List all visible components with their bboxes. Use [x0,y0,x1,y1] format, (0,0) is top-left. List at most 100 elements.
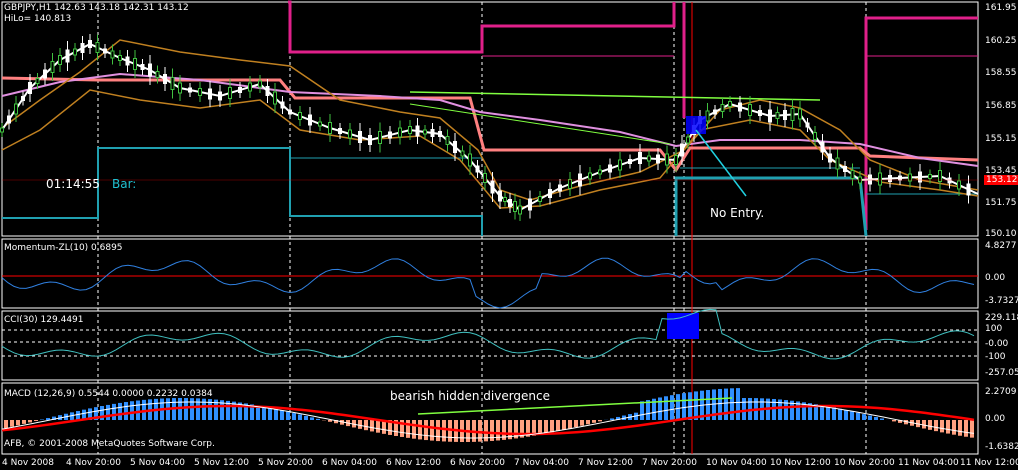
candle-body [498,190,502,202]
macd-histogram-bar [850,411,854,420]
macd-histogram-bar [130,401,134,420]
time-tick: 4 Nov 20:00 [66,458,121,468]
time-tick: 6 Nov 12:00 [386,458,441,468]
macd-histogram-bar [664,396,668,420]
candle-body [508,199,512,207]
macd-histogram-bar [730,388,734,420]
candle-body [460,150,465,157]
macd-tick: 2.2709 [985,387,1017,397]
price-tick: 150.10 [985,229,1017,239]
macd-histogram-bar [964,420,968,437]
macd-histogram-bar [580,420,584,426]
candle-body [748,104,752,116]
candle-body [628,159,632,164]
candle-body [680,143,684,157]
macd-histogram-bar [718,388,722,420]
candle-body [273,91,277,105]
momentum-label: Momentum-ZL(10) 0.6895 [4,243,123,253]
candle-body [288,109,292,115]
candle-body [805,122,810,128]
candle-body [888,175,892,182]
candle-body [453,141,457,153]
cci-tick: -257.055 [985,368,1018,378]
macd-histogram-bar [922,420,926,429]
macd-histogram-bar [376,420,380,433]
candle-body [775,112,780,119]
time-tick: 5 Nov 12:00 [194,458,249,468]
macd-histogram-bar [16,420,20,426]
candle-body [248,82,252,92]
macd-histogram-bar [574,420,578,428]
candle-body [80,43,85,53]
macd-tick: -1.6382 [985,442,1018,452]
entry-zone-box [686,116,706,134]
candle-body [503,197,507,202]
macd-histogram-bar [538,420,542,435]
candle-body [0,127,4,133]
macd-histogram-bar [940,420,944,433]
price-tick: 151.75 [985,198,1017,208]
candle-body [588,172,592,180]
cci-tick: -0.00 [985,339,1009,349]
macd-histogram-bar [298,414,302,420]
candle-body [758,110,762,116]
candle-body [445,136,450,145]
orchid-ma [1,72,979,167]
hilo-lower-band-right [674,176,868,237]
macd-histogram-bar [826,406,830,420]
macd-histogram-bar [736,388,740,420]
time-tick: 7 Nov 20:00 [642,458,697,468]
candle-body [790,108,795,121]
time-tick: 10 Nov 12:00 [770,458,831,468]
macd-histogram-bar [124,402,128,420]
macd-label: MACD (12,26,9) 0.5544 0.0000 0.2232 0.03… [4,389,213,399]
time-tick: 7 Nov 12:00 [578,458,633,468]
current-price-tag: 153.12 [984,175,1018,185]
candle-body [423,129,427,135]
macd-histogram-bar [880,418,884,420]
candle-body [438,131,442,137]
candle-body [50,61,55,73]
macd-histogram-bar [76,410,80,420]
macd-histogram-bar [424,420,428,441]
macd-histogram-bar [22,420,26,424]
macd-histogram-bar [928,420,932,430]
macd-histogram-bar [4,420,8,429]
macd-histogram-bar [934,420,938,432]
candle-body [820,141,825,153]
candle-body [348,129,352,139]
candle-body [368,135,372,145]
candle-body [475,165,480,173]
candle-body [618,159,622,171]
candle-body [118,55,122,61]
candle-body [388,131,392,139]
macd-histogram-bar [358,420,362,429]
candle-body [338,128,342,134]
candle-body [705,110,710,122]
candle-body [238,87,242,93]
candle-body [957,180,961,190]
macd-histogram-bar [136,400,140,420]
time-tick: 10 Nov 04:00 [706,458,767,468]
macd-histogram-bar [838,408,842,420]
candle-body [65,49,70,63]
macd-histogram-bar [856,412,860,420]
macd-histogram-bar [598,420,602,422]
time-tick: 11 Nov 04:00 [898,458,959,468]
momentum-tick: 4.8277 [985,241,1017,251]
cci-label: CCI(30) 129.4491 [4,315,84,325]
bar-timer: 01:14:55 [46,177,100,191]
price-tick: 160.25 [985,36,1017,46]
price-tick: 155.15 [985,134,1017,144]
candle-body [558,184,562,192]
candle-body [58,55,62,65]
macd-histogram-bar [28,420,32,423]
candle-body [398,127,402,138]
macd-histogram-bar [742,398,746,420]
candle-body [208,88,212,100]
candle-body [720,104,725,112]
macd-histogram-bar [292,413,296,420]
candle-body [928,174,932,179]
candle-body [468,153,472,167]
candle-body [178,82,182,94]
